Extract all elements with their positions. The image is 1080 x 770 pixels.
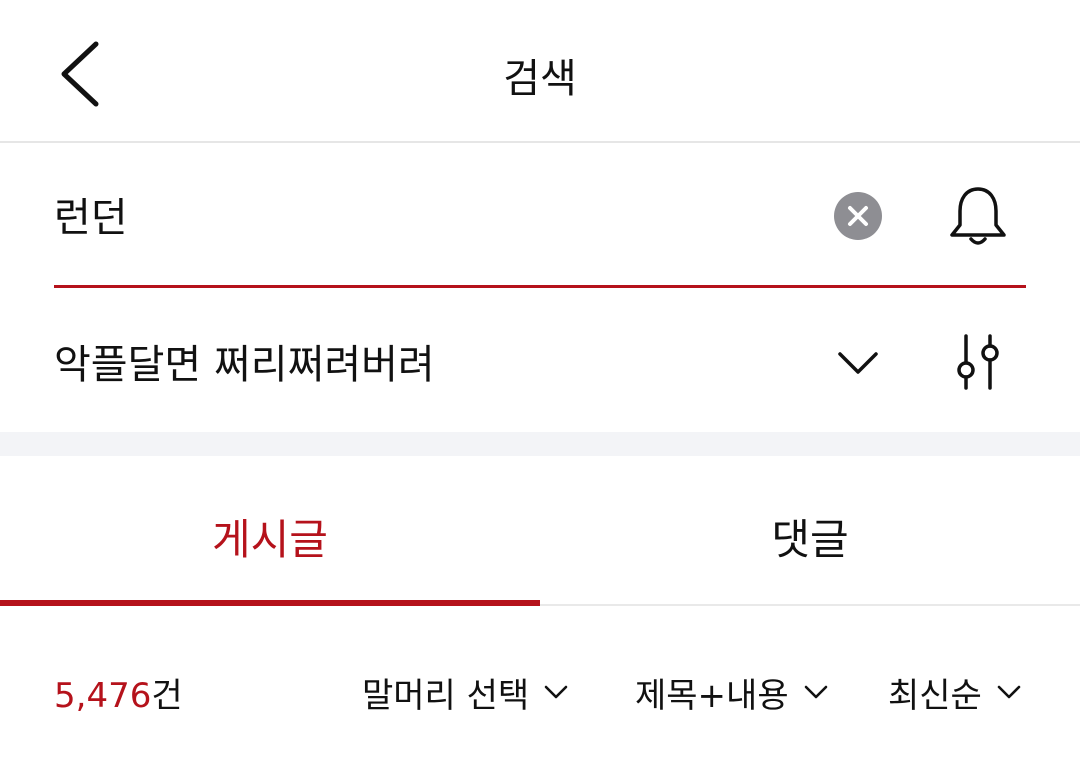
search-page: 검색 악플달면 쩌리쩌려버려: [0, 0, 1080, 770]
result-count: 5,476건: [54, 668, 183, 717]
clear-circle-icon: [848, 206, 868, 226]
result-count-number: 5,476: [54, 676, 152, 716]
clear-search-button[interactable]: [834, 192, 882, 240]
result-count-unit: 건: [151, 676, 183, 716]
search-scope-label: 제목+내용: [635, 675, 789, 716]
tab-posts[interactable]: 게시글: [0, 456, 540, 606]
header-select-dropdown[interactable]: 말머리 선택: [362, 668, 569, 716]
keyword-alert-button[interactable]: [942, 180, 1014, 252]
board-filter-row: 악플달면 쩌리쩌려버려: [54, 300, 1026, 420]
chevron-down-icon: [544, 685, 568, 699]
bell-icon: [950, 187, 1006, 245]
page-title: 검색: [503, 56, 577, 102]
search-bar: [54, 150, 1026, 288]
chevron-down-icon: [804, 685, 827, 699]
sort-label: 최신순: [888, 675, 982, 716]
filter-sliders-icon: [957, 334, 999, 390]
active-tab-indicator: [0, 600, 540, 606]
result-toolbar: 5,476건 말머리 선택 제목+내용 최신순: [0, 640, 1080, 740]
tab-comments[interactable]: 댓글: [540, 456, 1080, 604]
search-input[interactable]: [54, 184, 794, 244]
tab-comments-label: 댓글: [771, 515, 849, 564]
result-tabs: 게시글 댓글: [0, 456, 1080, 606]
section-divider: [0, 432, 1080, 456]
chevron-down-icon: [838, 352, 878, 374]
board-select[interactable]: 악플달면 쩌리쩌려버려: [54, 328, 934, 392]
board-name: 악플달면 쩌리쩌려버려: [54, 342, 435, 388]
top-bar: 검색: [0, 0, 1080, 143]
sort-dropdown[interactable]: 최신순: [888, 668, 1022, 716]
search-scope-dropdown[interactable]: 제목+내용: [635, 668, 829, 716]
tab-posts-label: 게시글: [212, 515, 328, 564]
header-select-label: 말머리 선택: [362, 675, 530, 716]
chevron-down-icon: [997, 685, 1021, 699]
search-options-button[interactable]: [942, 326, 1014, 398]
